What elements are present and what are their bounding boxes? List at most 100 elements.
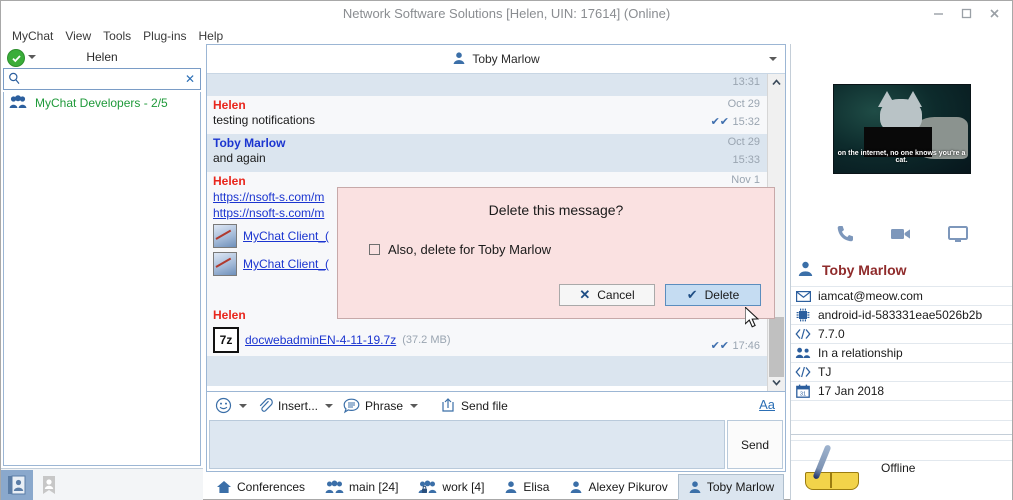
delete-for-both-checkbox[interactable]: Also, delete for Toby Marlow	[369, 242, 774, 257]
info-value: TJ	[818, 365, 831, 379]
tab-work[interactable]: work [4]	[408, 474, 494, 500]
app-window: Network Software Solutions [Helen, UIN: …	[0, 0, 1013, 500]
minimize-icon[interactable]	[924, 3, 952, 25]
search-input[interactable]	[26, 69, 174, 91]
info-row-email[interactable]: iamcat@meow.com	[791, 286, 1012, 305]
tab-toby-marlow[interactable]: Toby Marlow	[678, 474, 784, 500]
menu-item-plugins[interactable]: Plug-ins	[137, 29, 192, 43]
table-row[interactable]: 13:31	[207, 74, 768, 96]
group-locked-icon	[418, 480, 437, 494]
scrollbar-thumb[interactable]	[769, 317, 784, 377]
current-user-name: Helen	[1, 46, 203, 68]
phrase-button[interactable]: Phrase	[343, 398, 418, 414]
contacts-book-icon	[7, 474, 27, 496]
attachment-name[interactable]: MyChat Client_(	[243, 257, 329, 271]
avatar-caption: on the internet, no one knows you're a c…	[834, 150, 970, 164]
code-icon	[795, 328, 811, 340]
message-author: Helen	[213, 308, 246, 322]
message-body: and again	[213, 150, 760, 166]
close-icon[interactable]	[980, 3, 1008, 25]
attachment-name[interactable]: MyChat Client_(	[243, 229, 329, 243]
chat-header-caret-icon[interactable]	[769, 57, 777, 61]
sidebar-bottom-tabs	[1, 468, 203, 500]
avatar-wrap: on the internet, no one knows you're a c…	[791, 44, 1012, 214]
info-row-code[interactable]: TJ	[791, 362, 1012, 381]
contact-list: MyChat Developers - 2/5	[3, 92, 201, 466]
offline-status-block: Offline	[791, 434, 1012, 500]
video-call-icon[interactable]	[889, 223, 913, 248]
paperclip-icon	[257, 397, 273, 414]
phrase-icon	[343, 398, 360, 414]
dialog-buttons: ✕ Cancel ✔ Delete	[559, 284, 761, 306]
sidebar-item-users[interactable]	[33, 470, 65, 500]
user-icon	[797, 260, 814, 280]
sidebar-item-contacts[interactable]	[1, 470, 33, 500]
message-input[interactable]	[209, 420, 725, 469]
format-text-button[interactable]: Aa	[759, 397, 775, 412]
menu-item-help[interactable]: Help	[193, 29, 230, 43]
screen-share-icon[interactable]	[946, 223, 970, 248]
tab-main[interactable]: main [24]	[315, 474, 408, 500]
tab-conferences[interactable]: Conferences	[206, 474, 315, 500]
scroll-up-icon[interactable]	[768, 74, 785, 91]
clear-search-icon[interactable]: ✕	[185, 72, 195, 86]
info-row-birthday[interactable]: 31 17 Jan 2018	[791, 381, 1012, 400]
info-row-empty	[791, 400, 1012, 420]
avatar[interactable]: on the internet, no one knows you're a c…	[833, 84, 971, 174]
email-icon	[795, 291, 811, 302]
menu-bar: MyChat View Tools Plug-ins Help	[1, 26, 211, 46]
message-composer: Insert... Phrase Send fil	[206, 392, 786, 472]
cancel-label: Cancel	[597, 288, 634, 302]
emoji-caret-icon[interactable]	[239, 404, 247, 408]
send-button[interactable]: Send	[727, 420, 783, 469]
message-date: Oct 29	[728, 136, 760, 148]
message-author: Helen	[213, 174, 246, 188]
device-icon	[795, 308, 811, 322]
tab-elisa[interactable]: Elisa	[494, 474, 559, 500]
calendar-icon: 31	[795, 384, 811, 398]
search-box[interactable]: ✕	[3, 68, 201, 90]
send-file-label: Send file	[461, 399, 508, 413]
info-value: 7.7.0	[818, 327, 845, 341]
info-row-version[interactable]: 7.7.0	[791, 324, 1012, 343]
menu-item-mychat[interactable]: MyChat	[6, 29, 59, 43]
attachment-name[interactable]: docwebadminEN-4-11-19.7z	[245, 333, 396, 347]
image-file-icon	[213, 224, 237, 248]
close-icon: ✕	[579, 287, 590, 303]
send-file-button[interactable]: Send file	[440, 397, 508, 414]
info-row-device[interactable]: android-id-583331eae5026b2b	[791, 305, 1012, 324]
tab-label: Alexey Pikurov	[588, 480, 667, 494]
message-attachment[interactable]: 7z docwebadminEN-4-11-19.7z (37.2 MB)	[213, 326, 760, 354]
emoji-button[interactable]	[215, 397, 247, 414]
message-link[interactable]: https://nsoft-s.com/m	[213, 190, 324, 204]
table-row[interactable]: Toby Marlow Oct 29 and again 15:33	[207, 134, 768, 172]
chat-header-name: Toby Marlow	[472, 52, 539, 66]
insert-button[interactable]: Insert...	[257, 397, 333, 414]
delete-button[interactable]: ✔ Delete	[665, 284, 761, 306]
check-icon: ✔	[687, 287, 698, 303]
call-actions	[791, 214, 1012, 256]
info-row-relationship[interactable]: In a relationship	[791, 343, 1012, 362]
menu-item-view[interactable]: View	[59, 29, 97, 43]
table-row[interactable]: Helen Oct 29 testing notifications ✔✔ 15…	[207, 96, 768, 134]
menu-item-tools[interactable]: Tools	[97, 29, 137, 43]
tab-label: work [4]	[442, 480, 484, 494]
cancel-button[interactable]: ✕ Cancel	[559, 284, 655, 306]
checkbox-icon[interactable]	[369, 244, 380, 255]
audio-call-icon[interactable]	[834, 223, 856, 248]
contact-group-row[interactable]: MyChat Developers - 2/5	[4, 92, 200, 114]
scroll-down-icon[interactable]	[768, 374, 785, 391]
delete-label: Delete	[705, 288, 740, 302]
maximize-icon[interactable]	[952, 3, 980, 25]
table-row[interactable]	[207, 356, 768, 386]
group-label: MyChat Developers - 2/5	[35, 96, 168, 110]
relationship-icon	[795, 347, 811, 359]
phrase-caret-icon[interactable]	[410, 404, 418, 408]
tab-alexey-pikurov[interactable]: Alexey Pikurov	[559, 474, 677, 500]
message-link[interactable]: https://nsoft-s.com/m	[213, 206, 324, 220]
message-date: Oct 29	[728, 98, 760, 110]
archive-file-icon: 7z	[213, 327, 239, 353]
contact-name: Toby Marlow	[822, 262, 907, 278]
upload-icon	[440, 397, 456, 414]
insert-caret-icon[interactable]	[325, 404, 333, 408]
